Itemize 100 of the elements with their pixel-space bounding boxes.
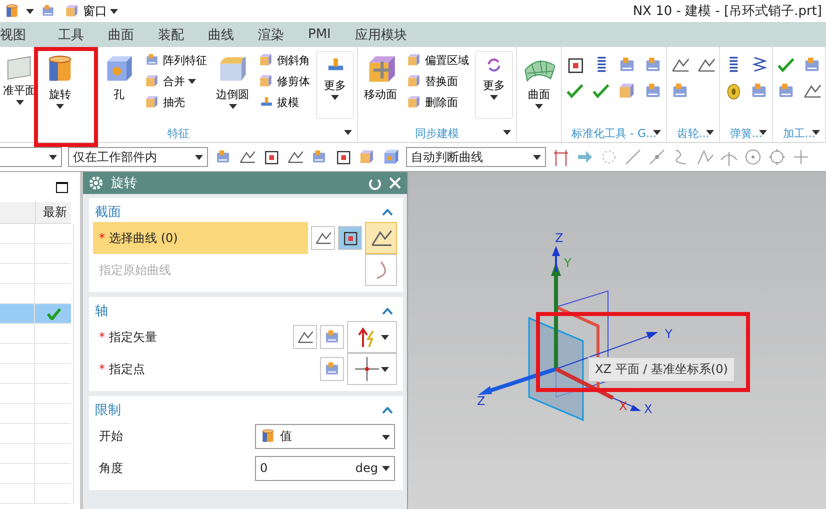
box-icon — [144, 94, 160, 110]
required-mark: * — [99, 330, 105, 344]
point-dropdown[interactable] — [347, 353, 397, 385]
start-dropdown[interactable]: 值 — [255, 424, 395, 448]
collapse-icon — [382, 208, 393, 216]
ribbon-button[interactable]: 倒斜角 — [256, 51, 312, 69]
box-icon — [258, 52, 274, 68]
caret-icon — [533, 154, 541, 160]
caret-icon — [195, 154, 203, 160]
ribbon-tab[interactable]: 曲线 — [196, 22, 246, 47]
scope-dropdown[interactable]: 仅在工作部件内 — [68, 147, 208, 167]
circle-icon[interactable] — [768, 148, 786, 166]
close-icon[interactable] — [389, 177, 401, 189]
box-icon — [64, 3, 80, 19]
collapse-icon — [382, 308, 393, 314]
ribbon-button[interactable]: 更多 — [475, 51, 513, 119]
caret-icon — [49, 154, 57, 160]
column-header[interactable]: 最新 — [35, 202, 74, 223]
field-label: * 指定矢量 — [98, 328, 158, 346]
ribbon-tab[interactable]: 渲染 — [246, 22, 296, 47]
box-icon — [406, 73, 422, 89]
ribbon-tab[interactable]: 视图 — [0, 22, 46, 47]
arrow-icon[interactable] — [576, 148, 594, 166]
cylinder-icon — [4, 3, 20, 19]
settings-icon[interactable] — [89, 176, 103, 190]
dots-icon[interactable] — [600, 148, 618, 166]
inferred-button[interactable] — [320, 325, 344, 349]
dialog-launcher-icon[interactable] — [503, 130, 511, 135]
caret-icon — [382, 466, 390, 470]
curve-icon — [375, 261, 387, 279]
reverse-button[interactable] — [293, 325, 317, 349]
box-icon — [406, 94, 422, 110]
circle-center-icon[interactable] — [744, 148, 762, 166]
group-label: 弹簧... — [730, 126, 762, 140]
group-label: 同步建模 — [415, 126, 459, 140]
box-icon — [358, 148, 376, 166]
ribbon-tab[interactable]: PMI — [296, 22, 343, 47]
ribbon-tab[interactable]: 应用模块 — [342, 22, 419, 47]
ribbon-button[interactable]: 替换面 — [404, 72, 471, 90]
tooltip: XZ 平面 / 基准坐标系(0) — [588, 357, 735, 382]
check-icon — [776, 55, 796, 75]
caret-icon — [382, 435, 390, 440]
cylinder-icon — [260, 428, 276, 444]
inferred-button[interactable] — [320, 357, 344, 381]
dialog-title: 旋转 — [111, 175, 137, 192]
caret-icon — [381, 366, 389, 372]
check-icon — [565, 81, 585, 101]
group-label: 齿轮... — [676, 126, 710, 140]
reverse-button[interactable] — [311, 226, 335, 250]
box-icon — [406, 52, 422, 68]
group-label: 加工... — [782, 126, 816, 140]
polyline-icon[interactable] — [696, 148, 714, 166]
curve-rule-dropdown[interactable]: 自动判断曲线 — [406, 147, 546, 167]
frame-icon — [341, 229, 359, 247]
required-mark: * — [99, 362, 105, 376]
section-header[interactable]: 截面 — [91, 202, 397, 222]
section-header[interactable]: 限制 — [91, 400, 397, 420]
ribbon-button[interactable]: 偏置区域 — [404, 51, 471, 69]
ribbon-button[interactable]: 拔模 — [256, 93, 312, 111]
caret-icon — [26, 8, 34, 14]
field-label: * 指定点 — [98, 360, 146, 378]
select-curve-field[interactable]: * 选择曲线 (0) — [93, 222, 308, 254]
frame-icon — [334, 148, 352, 166]
group-label: 特征 — [168, 126, 190, 140]
window-menu[interactable]: 窗口 — [62, 2, 120, 20]
ribbon-tab[interactable]: 装配 — [146, 22, 196, 47]
box-icon — [258, 73, 274, 89]
point-icon — [355, 357, 379, 381]
required-mark: * — [99, 231, 105, 245]
angle-field[interactable]: 0 deg — [255, 456, 395, 480]
tool-icon — [40, 3, 56, 19]
ribbon-button[interactable]: 更多 — [316, 51, 354, 119]
dialog-launcher-icon[interactable] — [706, 130, 714, 135]
snap-end-icon[interactable] — [552, 148, 570, 166]
maximize-icon[interactable] — [56, 182, 68, 192]
check-icon — [591, 81, 611, 101]
reset-icon[interactable] — [368, 176, 381, 190]
field-label: 角度 — [98, 460, 124, 476]
navigator-row[interactable] — [0, 304, 71, 324]
line-icon[interactable] — [648, 148, 666, 166]
dialog-launcher-icon[interactable] — [812, 130, 820, 135]
field-label: 开始 — [98, 428, 124, 444]
vector-dropdown[interactable] — [347, 321, 397, 353]
curve-button[interactable] — [365, 222, 397, 254]
ribbon-button[interactable]: 修剪体 — [256, 72, 312, 90]
ribbon-tab[interactable]: 工具 — [46, 22, 96, 47]
cube-icon — [382, 148, 400, 166]
group-label: 标准化工具 - G... — [572, 126, 656, 140]
ribbon-button[interactable]: 合并 — [142, 72, 209, 90]
ribbon-button[interactable]: 抽壳 — [142, 93, 209, 111]
tool-icon — [144, 52, 160, 68]
dialog-launcher-icon[interactable] — [344, 130, 352, 135]
ribbon-button[interactable]: 阵列特征 — [142, 51, 209, 69]
section-header[interactable]: 轴 — [91, 301, 397, 321]
ribbon-tab[interactable]: 曲面 — [96, 22, 146, 47]
sketch-button[interactable] — [338, 226, 362, 250]
plus-icon[interactable] — [792, 148, 810, 166]
dialog-launcher-icon[interactable] — [759, 130, 767, 135]
ribbon-button[interactable]: 删除面 — [404, 93, 471, 111]
line-icon[interactable] — [624, 148, 642, 166]
